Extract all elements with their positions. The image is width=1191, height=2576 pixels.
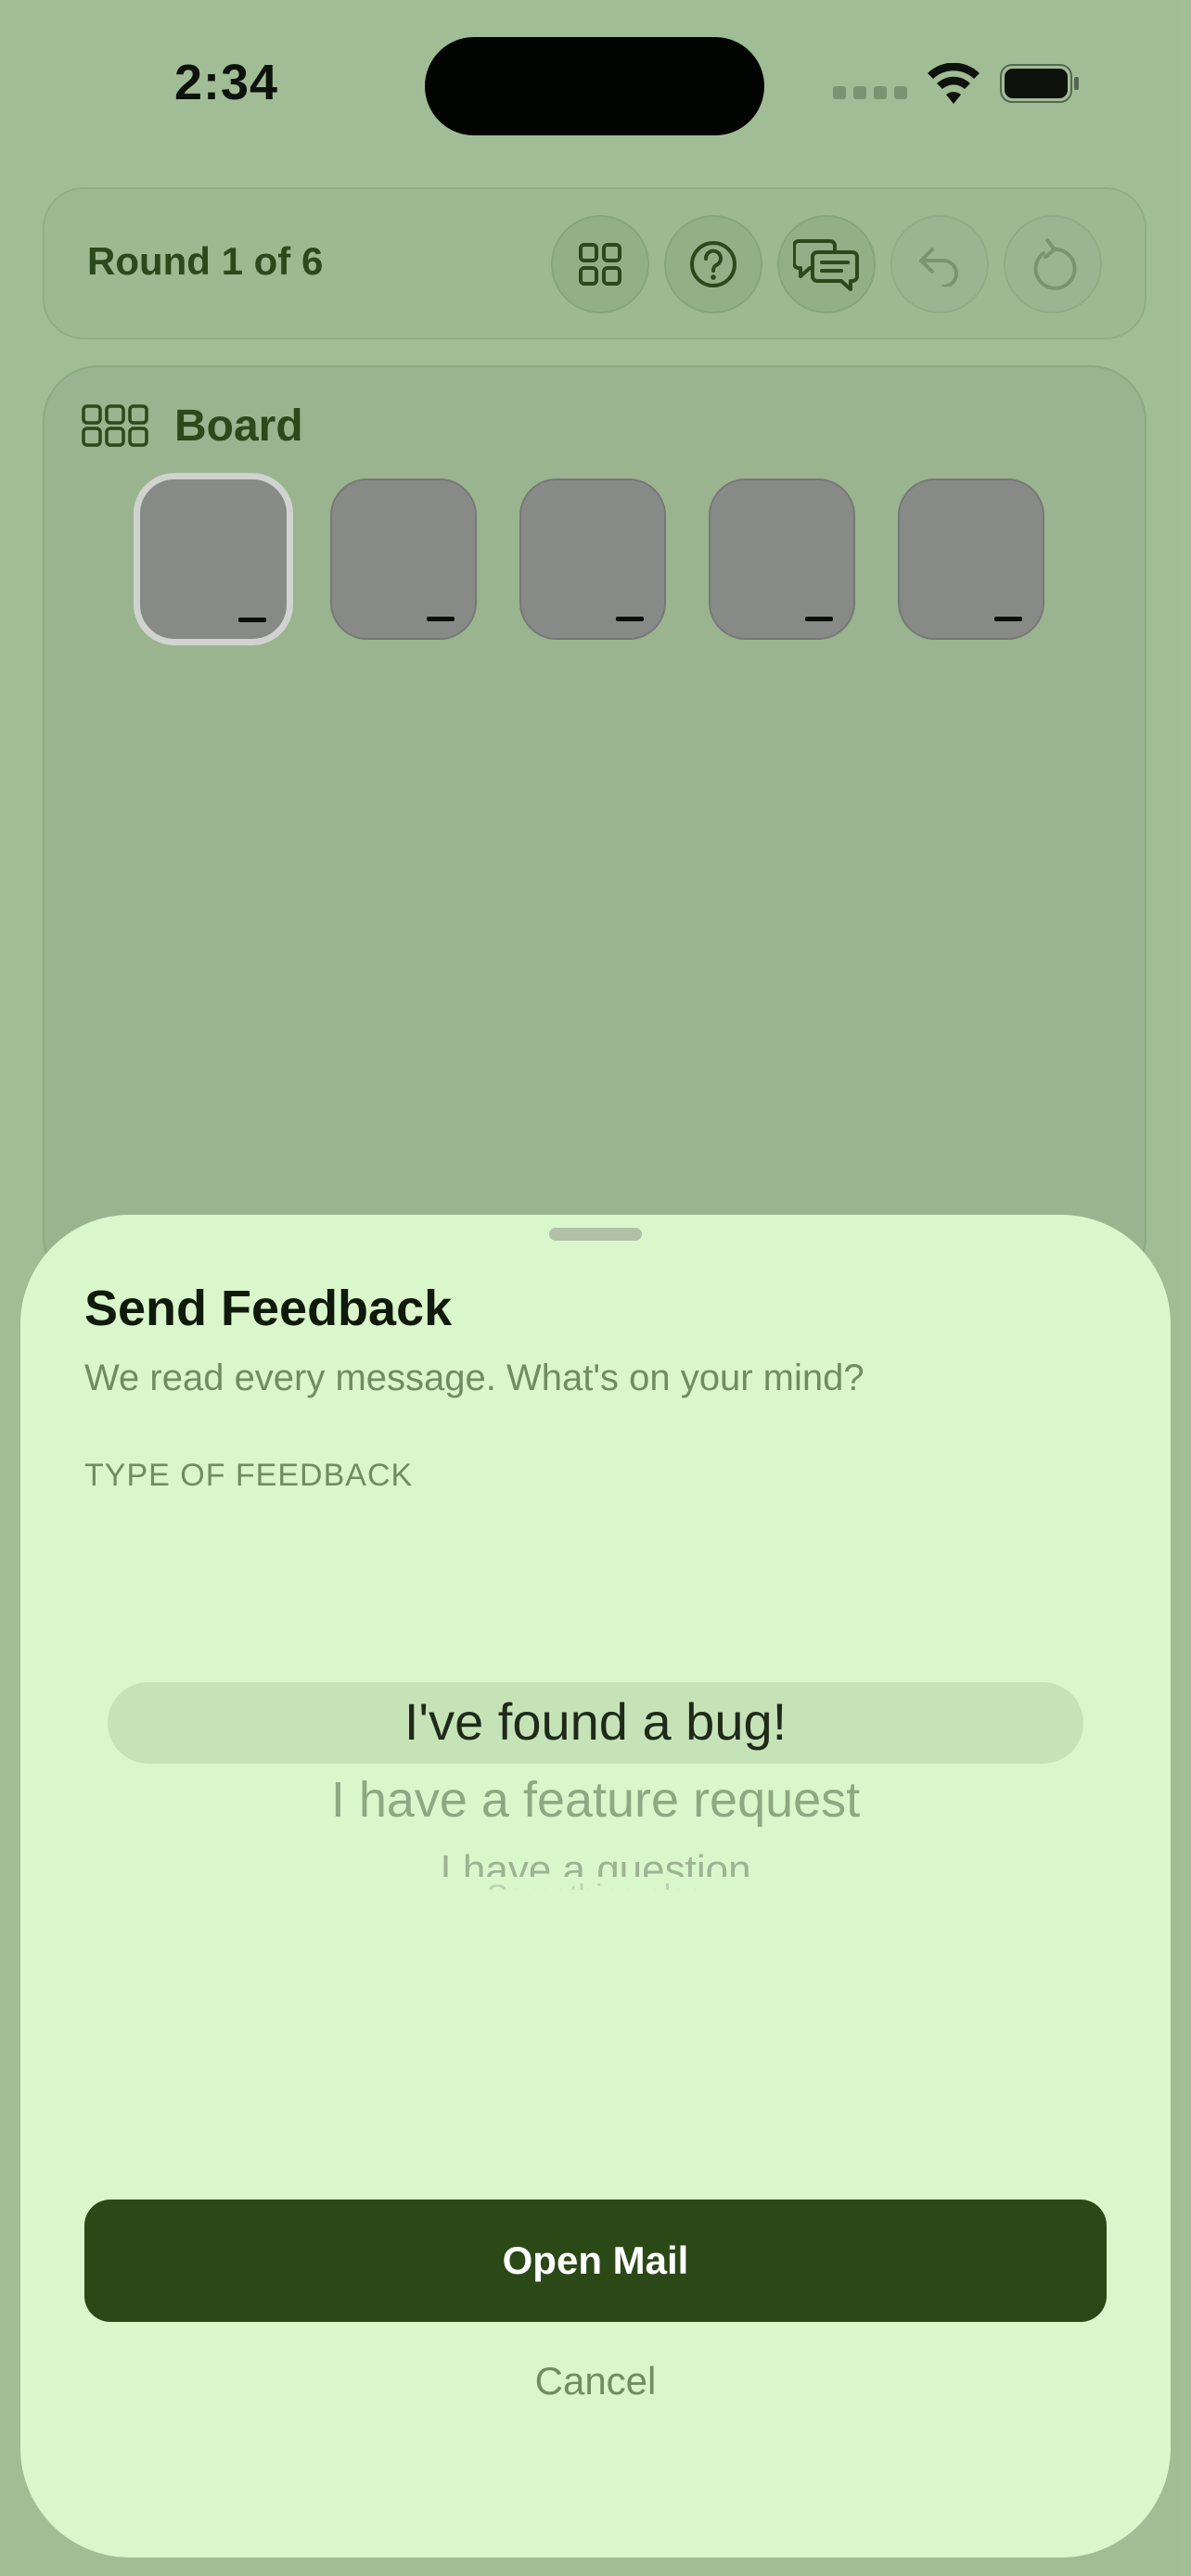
feedback-type-picker[interactable]: I've found a bug! I have a feature reque… xyxy=(108,1678,1083,1957)
sheet-grabber[interactable] xyxy=(549,1228,642,1241)
open-mail-button[interactable]: Open Mail xyxy=(84,2200,1107,2322)
feedback-sheet: Send Feedback We read every message. Wha… xyxy=(20,1215,1171,2557)
sheet-subtitle: We read every message. What's on your mi… xyxy=(84,1358,864,1398)
picker-option-feature-request[interactable]: I have a feature request xyxy=(108,1771,1083,1829)
picker-option-question[interactable]: I have a question xyxy=(108,1845,1083,1877)
picker-option-bug[interactable]: I've found a bug! xyxy=(108,1691,1083,1752)
feedback-type-label: TYPE OF FEEDBACK xyxy=(84,1458,414,1493)
sheet-title: Send Feedback xyxy=(84,1281,453,1336)
picker-option-other[interactable]: Something else xyxy=(108,1881,1083,1890)
cancel-button[interactable]: Cancel xyxy=(84,2352,1107,2411)
